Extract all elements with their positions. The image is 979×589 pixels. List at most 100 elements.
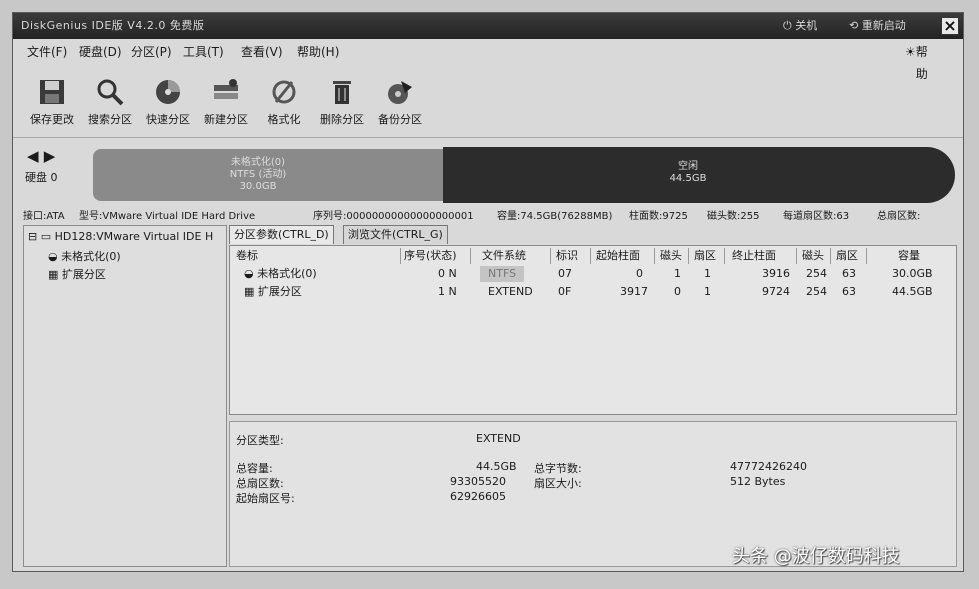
search-icon (97, 79, 124, 106)
row1-id: 0F (558, 285, 572, 298)
prev-disk-icon[interactable]: ◀ (27, 147, 39, 165)
search-partition-button[interactable]: 搜索分区 (81, 77, 139, 127)
col-header-end-head[interactable]: 磁头 (802, 248, 824, 264)
total-bytes-value: 47772426240 (730, 460, 807, 473)
menu-partition[interactable]: 分区(P) (131, 41, 172, 63)
menu-view[interactable]: 查看(V) (241, 41, 283, 63)
tree-item-unformatted[interactable]: ◒ 未格式化(0) (48, 248, 121, 264)
search-partition-label: 搜索分区 (88, 113, 132, 126)
row1-fs: EXTEND (488, 285, 533, 298)
menu-help[interactable]: 帮助(H) (297, 41, 339, 63)
col-header-end-cyl[interactable]: 终止柱面 (732, 248, 776, 264)
row0-end-cyl: 3916 (762, 267, 790, 280)
disk-info-line: 接口:ATA 型号:VMware Virtual IDE Hard Drive … (13, 207, 963, 227)
partition-type-label: 分区类型: (236, 434, 284, 447)
col-header-id[interactable]: 标识 (556, 248, 578, 264)
backup-icon (388, 81, 412, 104)
col-header-start-sector[interactable]: 扇区 (694, 248, 716, 264)
format-icon (272, 80, 296, 104)
disk-label: 硬盘 0 (25, 171, 58, 184)
row0-start-cyl: 0 (636, 267, 643, 280)
disk-capacity: 容量:74.5GB(76288MB) (497, 211, 613, 222)
disk-nav-arrows: ◀ ▶ (27, 147, 55, 165)
disk-cylinders: 柱面数:9725 (629, 211, 688, 222)
tree-root-disk[interactable]: ⊟ ▭ HD128:VMware Virtual IDE H (28, 230, 213, 243)
restart-button[interactable]: ⟲ 重新启动 (849, 13, 906, 39)
extended-partition-icon: ▦ (244, 285, 255, 298)
save-label: 保存更改 (30, 113, 74, 126)
collapse-icon[interactable]: ⊟ (28, 230, 37, 243)
partition-type-value: EXTEND (476, 432, 521, 445)
col-header-index[interactable]: 序号(状态) (404, 248, 457, 264)
window-title: DiskGenius IDE版 V4.2.0 免费版 (21, 19, 205, 32)
menu-bar: 文件(F) 硬盘(D) 分区(P) 工具(T) 查看(V) 帮助(H) ☀ 帮助 (13, 41, 963, 81)
delete-partition-label: 删除分区 (320, 113, 364, 126)
row0-label: 未格式化(0) (257, 267, 317, 280)
row1-start-head: 0 (674, 285, 681, 298)
partition-icon: ◒ (244, 267, 254, 280)
delete-partition-button[interactable]: 删除分区 (313, 77, 371, 127)
tree-item-unformatted-label: 未格式化(0) (61, 250, 121, 263)
row1-end-cyl: 9724 (762, 285, 790, 298)
col-header-size[interactable]: 容量 (898, 248, 920, 264)
partition-segment-unformatted[interactable]: 未格式化(0) NTFS (活动) 30.0GB (93, 149, 443, 201)
quick-partition-button[interactable]: 快速分区 (139, 77, 197, 127)
help-link[interactable]: ☀ 帮助 (905, 41, 928, 81)
partition-segment-free[interactable]: 空闲 44.5GB (443, 147, 955, 203)
menu-disk[interactable]: 硬盘(D) (79, 41, 122, 63)
title-bar: DiskGenius IDE版 V4.2.0 免费版 ⏻ 关机 ⟲ 重新启动 × (13, 13, 963, 39)
delete-icon (333, 81, 351, 104)
sector-size-value: 512 Bytes (730, 475, 786, 488)
col-header-start-head[interactable]: 磁头 (660, 248, 682, 264)
new-partition-icon (214, 79, 238, 99)
row0-end-head: 254 (806, 267, 827, 280)
format-label: 格式化 (267, 113, 301, 126)
partition-table: 卷标 序号(状态) 文件系统 标识 起始柱面 磁头 扇区 终止柱面 磁头 扇区 … (229, 245, 957, 415)
row0-size: 30.0GB (892, 267, 933, 280)
col-header-start-cyl[interactable]: 起始柱面 (596, 248, 640, 264)
tree-item-extended-label: 扩展分区 (61, 268, 106, 281)
col-header-label[interactable]: 卷标 (236, 248, 258, 264)
total-capacity-value: 44.5GB (476, 460, 517, 473)
tab-browse-files[interactable]: 浏览文件(CTRL_G) (343, 225, 448, 244)
quick-partition-label: 快速分区 (146, 113, 190, 126)
col-header-end-sector[interactable]: 扇区 (836, 248, 858, 264)
seg1-name: 未格式化(0) (230, 157, 286, 168)
row1-start-cyl: 3917 (620, 285, 648, 298)
format-button[interactable]: 格式化 (255, 77, 313, 127)
row0-fs: NTFS (480, 266, 525, 282)
disk-icon: ▭ (40, 230, 52, 243)
col-header-fs[interactable]: 文件系统 (482, 248, 526, 264)
shutdown-label: 关机 (795, 19, 818, 32)
menu-file[interactable]: 文件(F) (27, 41, 67, 63)
backup-partition-button[interactable]: 备份分区 (371, 77, 429, 127)
extended-partition-icon: ▦ (48, 268, 59, 281)
app-window: DiskGenius IDE版 V4.2.0 免费版 ⏻ 关机 ⟲ 重新启动 ×… (12, 12, 964, 572)
tree-item-extended[interactable]: ▦ 扩展分区 (48, 266, 106, 282)
watermark: 头条 @波仔数码科技 (732, 546, 900, 567)
row1-end-sector: 63 (842, 285, 856, 298)
close-icon: × (943, 16, 957, 35)
total-bytes-label: 总字节数: (534, 462, 582, 475)
disk-sectors-per-track: 每道扇区数:63 (783, 211, 850, 222)
disk-model: 型号:VMware Virtual IDE Hard Drive (79, 211, 256, 222)
seg2-name: 空闲 (678, 161, 698, 172)
new-partition-button[interactable]: 新建分区 (197, 77, 255, 127)
seg1-fs: NTFS (活动) (229, 169, 287, 180)
disk-interface: 接口:ATA (23, 211, 65, 222)
row1-size: 44.5GB (892, 285, 933, 298)
save-button[interactable]: 保存更改 (23, 77, 81, 127)
main-panel: 分区参数(CTRL_D) 浏览文件(CTRL_G) 卷标 序号(状态) 文件系统… (229, 225, 957, 567)
save-icon (40, 80, 64, 104)
row0-end-sector: 63 (842, 267, 856, 280)
row1-start-sector: 1 (704, 285, 711, 298)
next-disk-icon[interactable]: ▶ (44, 147, 56, 165)
tab-partition-params[interactable]: 分区参数(CTRL_D) (229, 225, 334, 244)
menu-tools[interactable]: 工具(T) (183, 41, 224, 63)
disk-serial: 序列号:00000000000000000001 (313, 211, 474, 222)
total-capacity-label: 总容量: (236, 462, 273, 475)
shutdown-button[interactable]: ⏻ 关机 (783, 13, 817, 39)
row1-label: 扩展分区 (257, 285, 302, 298)
sector-size-label: 扇区大小: (534, 477, 582, 490)
close-button[interactable]: × (941, 17, 959, 35)
